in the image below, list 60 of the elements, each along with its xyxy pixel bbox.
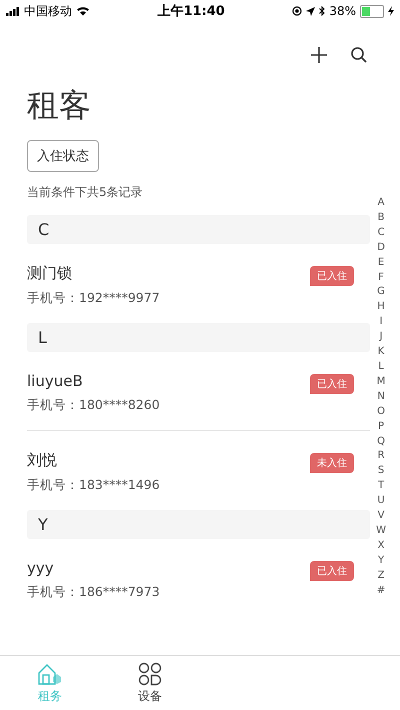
index-letter[interactable]: X <box>378 538 384 554</box>
section-header: C <box>27 215 370 244</box>
status-tag: 未入住 <box>310 453 354 473</box>
signal-icon <box>6 6 20 16</box>
index-letter[interactable]: A <box>378 196 384 211</box>
battery-icon <box>360 4 384 18</box>
index-letter[interactable]: Z <box>378 568 384 584</box>
index-letter[interactable]: J <box>380 330 383 346</box>
index-letter[interactable]: N <box>377 390 385 405</box>
index-letter[interactable]: G <box>377 285 385 300</box>
clock-time: 上午11:40 <box>157 3 225 20</box>
index-letter[interactable]: C <box>378 226 385 241</box>
index-letter[interactable]: O <box>377 404 385 420</box>
index-letter[interactable]: S <box>378 464 384 480</box>
page-title: 租客 <box>27 85 92 126</box>
index-letter[interactable]: V <box>378 509 384 524</box>
index-letter[interactable]: K <box>378 345 384 360</box>
bluetooth-icon <box>319 6 326 16</box>
location-icon <box>306 6 316 16</box>
index-letter[interactable]: E <box>378 256 384 271</box>
index-letter[interactable]: B <box>378 210 384 226</box>
rotation-lock-icon <box>292 6 302 16</box>
tenant-phone: 手机号：186****7973 <box>27 584 160 601</box>
index-letter[interactable]: I <box>380 315 383 330</box>
index-letter[interactable]: H <box>377 300 385 316</box>
tenant-phone: 手机号：180****8260 <box>27 397 160 414</box>
tenant-phone: 手机号：183****1496 <box>27 477 160 494</box>
index-letter[interactable]: Q <box>377 434 385 450</box>
filter-button[interactable]: 入住状态 <box>27 140 99 172</box>
index-letter[interactable]: Y <box>378 554 384 569</box>
index-letter[interactable]: F <box>378 270 384 286</box>
index-letter[interactable]: P <box>378 420 384 434</box>
tab-item[interactable]: 设备 <box>100 656 200 710</box>
index-letter[interactable]: D <box>377 240 385 256</box>
status-tag: 已入住 <box>310 561 354 581</box>
search-button[interactable] <box>350 46 368 64</box>
index-letter[interactable]: M <box>376 374 386 390</box>
battery-percent: 38% <box>329 4 356 18</box>
record-count: 当前条件下共5条记录 <box>27 184 144 201</box>
add-button[interactable] <box>310 46 328 64</box>
tenant-name[interactable]: liuyueB <box>27 372 160 390</box>
index-letter[interactable]: L <box>378 360 384 375</box>
tenant-name[interactable]: yyy <box>27 559 160 577</box>
index-letter[interactable]: # <box>376 584 386 598</box>
index-letter[interactable]: U <box>377 494 385 510</box>
index-letter[interactable]: R <box>378 449 385 464</box>
status-tag: 已入住 <box>310 374 354 394</box>
tenant-phone: 手机号：192****9977 <box>27 290 160 307</box>
index-letter[interactable]: T <box>378 479 384 494</box>
carrier-name: 中国移动 <box>24 2 72 20</box>
charging-icon <box>388 6 394 16</box>
section-header: Y <box>27 510 370 539</box>
wifi-icon <box>76 6 90 16</box>
apps-icon <box>138 662 162 686</box>
house-icon <box>37 662 63 686</box>
status-tag: 已入住 <box>310 266 354 286</box>
tenant-name[interactable]: 刘悦 <box>27 451 160 470</box>
index-letter[interactable]: W <box>376 524 386 539</box>
section-header: L <box>27 323 370 352</box>
tenant-name[interactable]: 测门锁 <box>27 264 160 283</box>
